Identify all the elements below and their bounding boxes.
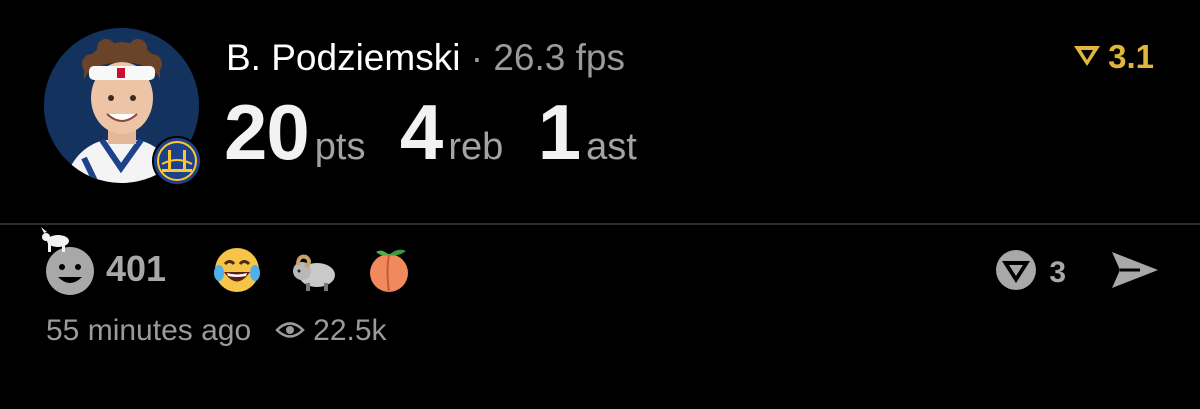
comment-count[interactable]: 3 <box>1049 256 1066 290</box>
rating-badge[interactable]: 3.1 <box>1072 38 1154 76</box>
name-separator: · <box>470 37 484 78</box>
share-send-icon[interactable] <box>1110 250 1160 295</box>
stat-unit: ast <box>586 126 637 168</box>
post-actions: 3 <box>993 247 1160 298</box>
stat-value: 20 <box>224 88 310 176</box>
stat-value: 1 <box>537 88 581 176</box>
stat-points: 20 pts <box>224 92 365 172</box>
timestamp: 55 minutes ago <box>46 314 252 347</box>
stat-rebounds: 4 reb <box>400 92 503 172</box>
reaction-count[interactable]: 401 <box>106 249 166 289</box>
fantasy-points: 26.3 fps <box>493 37 625 78</box>
reaction-bar: 401 3 <box>0 225 1200 315</box>
eye-icon <box>275 314 305 348</box>
laughing-emoji-icon[interactable] <box>212 245 262 295</box>
rating-logo-icon <box>1072 42 1102 73</box>
stat-unit: reb <box>448 126 504 168</box>
ram-emoji-icon[interactable] <box>288 245 338 295</box>
stat-value: 4 <box>399 88 443 176</box>
player-name[interactable]: B. Podziemski <box>226 37 460 78</box>
view-count: 22.5k <box>313 314 387 347</box>
comment-icon[interactable] <box>993 247 1039 298</box>
stat-assists: 1 ast <box>538 92 637 172</box>
player-header: B. Podziemski · 26.3 fps <box>226 36 625 80</box>
rating-value: 3.1 <box>1108 38 1154 75</box>
stat-line: 20 pts 4 reb 1 ast <box>224 92 667 172</box>
team-logo-icon <box>152 136 202 186</box>
player-avatar[interactable] <box>44 28 202 186</box>
goat-smiley-icon[interactable] <box>34 227 104 297</box>
peach-emoji-icon[interactable] <box>364 245 414 295</box>
post-meta: 55 minutes ago 22.5k <box>46 314 387 348</box>
stat-unit: pts <box>314 126 366 168</box>
